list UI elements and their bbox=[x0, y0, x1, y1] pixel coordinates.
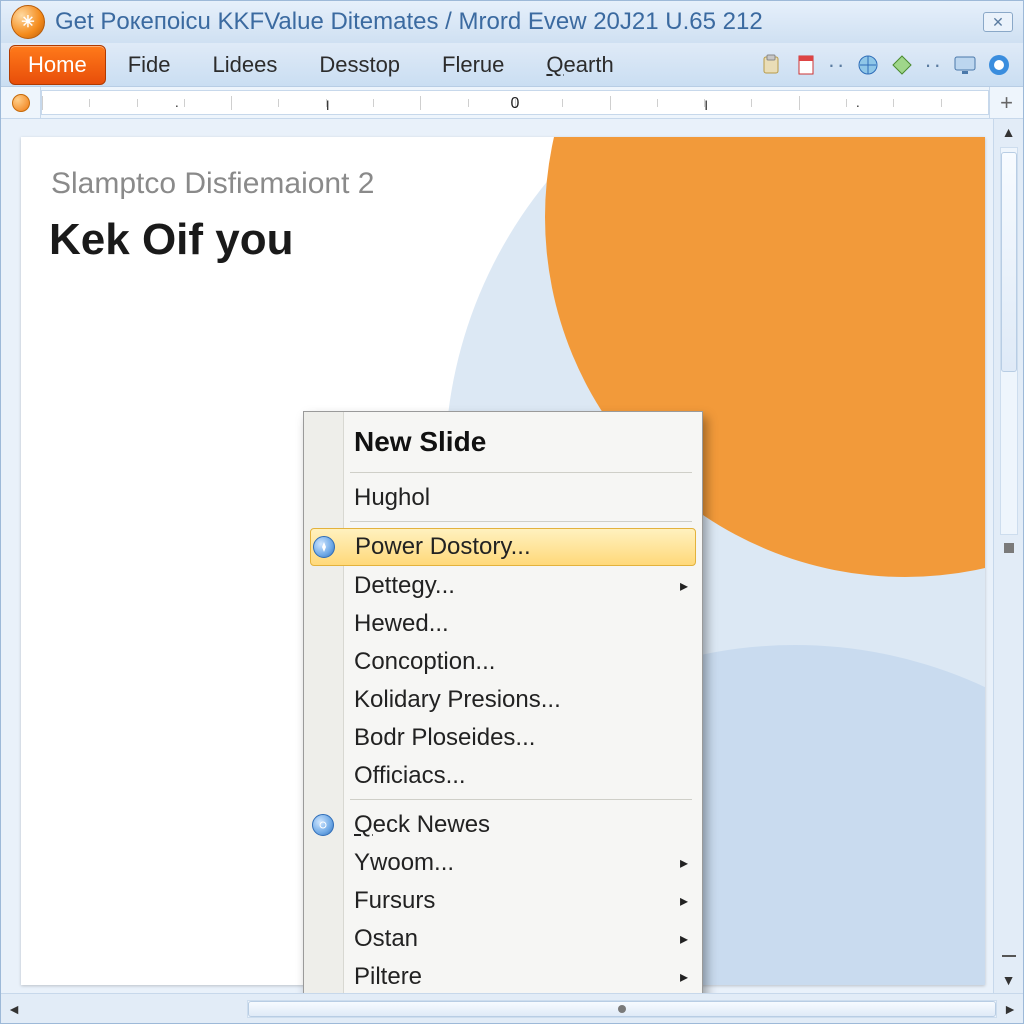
context-menu-item-label: Ywoom... bbox=[354, 849, 454, 877]
context-menu-item-bodr[interactable]: Bodr Ploseides... bbox=[304, 719, 702, 757]
toolbar-monitor-icon[interactable] bbox=[952, 52, 978, 78]
menu-fide[interactable]: Fide bbox=[108, 46, 191, 84]
titlebar: ✳ Get Pокепоicu KKFValue Ditemates / Mro… bbox=[1, 1, 1023, 43]
scroll-up-button[interactable]: ▲ bbox=[994, 119, 1023, 145]
context-menu-item-label: Dettegy... bbox=[354, 572, 455, 600]
context-menu-item-kolidary[interactable]: Kolidary Presions... bbox=[304, 681, 702, 719]
context-menu-item-label: Concoption... bbox=[354, 648, 495, 676]
context-menu-item-label: Officiacs... bbox=[354, 762, 466, 790]
context-menu-item-label: Piltere bbox=[354, 963, 422, 991]
context-menu-item-label: Qeck Newes bbox=[354, 811, 490, 839]
horizontal-scrollbar[interactable]: ◄ ► bbox=[1, 993, 1023, 1023]
slide-subtitle[interactable]: Slamptco Disfiemaiont 2 bbox=[51, 167, 374, 201]
ruler-row: · I 0 I · + bbox=[1, 87, 1023, 119]
vertical-scrollbar[interactable]: ▲ ▼ bbox=[993, 119, 1023, 993]
context-menu-item-power-dostory[interactable]: Power Dostory... bbox=[310, 528, 696, 566]
globe-icon bbox=[312, 814, 334, 836]
menu-desstop[interactable]: Desstop bbox=[299, 46, 420, 84]
ruler-expand-button[interactable]: + bbox=[989, 87, 1023, 118]
context-menu-separator-1 bbox=[350, 472, 692, 473]
menu-qearth[interactable]: Qearth bbox=[526, 46, 633, 84]
ruler-corner[interactable] bbox=[1, 87, 41, 118]
submenu-arrow-icon: ▸ bbox=[680, 576, 688, 596]
context-menu: New Slide Hughol Power Dostory... Detteg… bbox=[303, 411, 703, 993]
window-title: Get Pокепоicu KKFValue Ditemates / Mrord… bbox=[55, 8, 983, 36]
workspace: Slamptco Disfiemaiont 2 Kek Oif you New … bbox=[1, 119, 1023, 993]
submenu-arrow-icon: ▸ bbox=[680, 853, 688, 873]
context-menu-separator-2 bbox=[350, 521, 692, 522]
toolbar-doc-icon[interactable] bbox=[793, 52, 819, 78]
ruler-center-label: 0 bbox=[511, 95, 520, 113]
close-icon: ✕ bbox=[992, 14, 1004, 31]
context-menu-item-label: Fursurs bbox=[354, 887, 435, 915]
submenu-arrow-icon: ▸ bbox=[680, 891, 688, 911]
submenu-arrow-icon: ▸ bbox=[680, 929, 688, 949]
vertical-scroll-track[interactable] bbox=[1000, 147, 1018, 535]
menu-flerue[interactable]: Flerue bbox=[422, 46, 524, 84]
toolbar-paste-icon[interactable] bbox=[759, 52, 785, 78]
vertical-scroll-thumb[interactable] bbox=[1001, 152, 1017, 372]
scroll-right-button[interactable]: ► bbox=[997, 994, 1023, 1023]
context-menu-item-fursurs[interactable]: Fursurs ▸ bbox=[304, 882, 702, 920]
compass-icon bbox=[313, 536, 335, 558]
horizontal-scroll-track[interactable] bbox=[247, 1000, 997, 1018]
context-menu-item-dettegy[interactable]: Dettegy... ▸ bbox=[304, 567, 702, 605]
canvas-area: Slamptco Disfiemaiont 2 Kek Oif you New … bbox=[1, 119, 993, 993]
office-button[interactable]: ✳ bbox=[11, 5, 45, 39]
scroll-marker-icon bbox=[1004, 543, 1014, 553]
toolbar-overflow-1[interactable]: ·· bbox=[824, 52, 851, 78]
context-menu-item-label: Bodr Ploseides... bbox=[354, 724, 535, 752]
context-menu-item-concoption[interactable]: Concoption... bbox=[304, 643, 702, 681]
context-menu-item-label: Hewed... bbox=[354, 610, 449, 638]
menu-lidees[interactable]: Lidees bbox=[192, 46, 297, 84]
context-menu-item-ywoom[interactable]: Ywoom... ▸ bbox=[304, 844, 702, 882]
scroll-down-button[interactable]: ▼ bbox=[994, 967, 1023, 993]
menu-home[interactable]: Home bbox=[9, 45, 106, 85]
context-menu-item-officiacs[interactable]: Officiacs... bbox=[304, 757, 702, 795]
horizontal-ruler[interactable]: · I 0 I · bbox=[41, 90, 989, 115]
app-window: ✳ Get Pокепоicu KKFValue Ditemates / Mro… bbox=[0, 0, 1024, 1024]
context-menu-item-label: Kolidary Presions... bbox=[354, 686, 561, 714]
context-menu-item-hewed[interactable]: Hewed... bbox=[304, 605, 702, 643]
context-menu-item-ostan[interactable]: Ostan ▸ bbox=[304, 920, 702, 958]
context-menu-separator-3 bbox=[350, 799, 692, 800]
context-menu-item-qeck-newes[interactable]: Qeck Newes bbox=[304, 806, 702, 844]
ruler-corner-icon bbox=[12, 94, 30, 112]
toolbar-diamond-icon[interactable] bbox=[889, 52, 915, 78]
scroll-dash-icon bbox=[1002, 955, 1016, 957]
menubar: Home Fide Lidees Desstop Flerue Qearth ·… bbox=[1, 43, 1023, 87]
context-menu-item-label: Ostan bbox=[354, 925, 418, 953]
scroll-left-button[interactable]: ◄ bbox=[1, 994, 27, 1023]
slide-title[interactable]: Kek Oif you bbox=[49, 215, 294, 265]
window-close-button[interactable]: ✕ bbox=[983, 12, 1013, 32]
context-menu-item-piltere[interactable]: Piltere ▸ bbox=[304, 958, 702, 993]
toolbar-help-icon[interactable] bbox=[986, 52, 1012, 78]
toolbar-globe-icon[interactable] bbox=[855, 52, 881, 78]
scroll-grip-icon bbox=[618, 1005, 626, 1013]
context-menu-header: New Slide bbox=[304, 418, 702, 468]
context-menu-item-label: Hughol bbox=[354, 484, 430, 512]
horizontal-scroll-thumb[interactable] bbox=[248, 1001, 996, 1017]
submenu-arrow-icon: ▸ bbox=[680, 967, 688, 987]
office-orb-icon: ✳ bbox=[21, 12, 34, 32]
context-menu-item-hughol[interactable]: Hughol bbox=[304, 479, 702, 517]
context-menu-item-label: Power Dostory... bbox=[355, 533, 531, 561]
toolbar-overflow-2[interactable]: ·· bbox=[920, 52, 947, 78]
